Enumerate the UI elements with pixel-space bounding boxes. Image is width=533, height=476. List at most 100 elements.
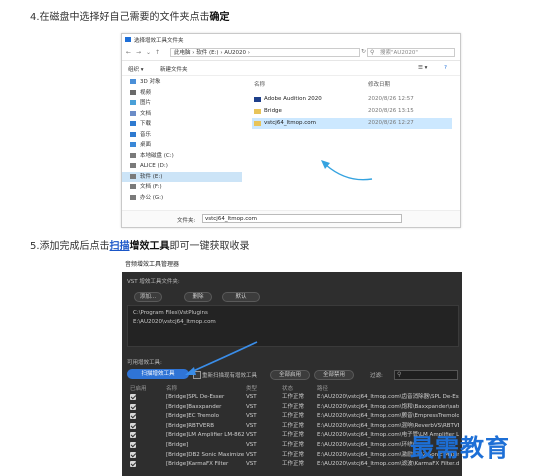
plugin-status: 工作正常 bbox=[282, 451, 305, 458]
enabled-checkbox[interactable] bbox=[130, 461, 136, 468]
enabled-checkbox[interactable] bbox=[130, 432, 136, 439]
folder-picker-dialog: 选择增效工具文件夹 ← → ⌄ ↑ 此电脑 › 软件 (E:) › AU2020… bbox=[121, 33, 461, 228]
scan-link[interactable]: 扫描 bbox=[110, 241, 130, 252]
column-status-header[interactable]: 状态 bbox=[282, 384, 293, 392]
sidebar-item[interactable]: 办公 (G:) bbox=[122, 193, 242, 203]
enabled-checkbox[interactable] bbox=[130, 442, 136, 448]
plugin-type: VST bbox=[246, 461, 257, 468]
available-plugins-label: 可用增效工具: bbox=[127, 360, 162, 366]
drive-icon bbox=[130, 184, 136, 189]
view-options-icon[interactable]: ☰ ▾ bbox=[418, 65, 427, 71]
new-folder-button[interactable]: 新建文件夹 bbox=[160, 65, 188, 73]
file-name: Bridge bbox=[264, 108, 282, 114]
sidebar-item-label: 图片 bbox=[140, 100, 152, 106]
add-folder-button[interactable]: 添加... bbox=[134, 292, 162, 302]
sidebar-item[interactable]: 文档 bbox=[122, 109, 242, 119]
step-5-text: 5.添加完成后点击 bbox=[30, 241, 110, 252]
plugin-name: [Bridge] bbox=[166, 442, 189, 448]
file-row[interactable]: Adobe Audition 2020 2020/8/26 12:57 bbox=[252, 94, 452, 105]
sidebar-item-label: 文档 (F:) bbox=[140, 184, 162, 190]
address-bar: ← → ⌄ ↑ 此电脑 › 软件 (E:) › AU2020 › ↻ 搜索"AU… bbox=[122, 46, 460, 61]
file-list: 名称 修改日期 Adobe Audition 2020 2020/8/26 12:… bbox=[252, 77, 457, 205]
sidebar-item-label: 办公 (G:) bbox=[140, 194, 164, 201]
organize-menu[interactable]: 组织 ▾ bbox=[128, 65, 144, 73]
dialog-titlebar: 选择增效工具文件夹 bbox=[122, 34, 460, 45]
folder-name-field[interactable]: vstcj64_ltmop.com bbox=[202, 214, 402, 223]
sidebar-item[interactable]: ALICE (D:) bbox=[122, 161, 242, 171]
path-breadcrumb[interactable]: 此电脑 › 软件 (E:) › AU2020 › bbox=[170, 48, 360, 57]
search-input[interactable]: 搜索"AU2020" bbox=[367, 48, 455, 57]
manager-title: 音频增效工具管理器 bbox=[122, 258, 462, 272]
default-folder-button[interactable]: 默认 bbox=[222, 292, 260, 302]
up-arrow-icon[interactable]: ↑ bbox=[155, 49, 160, 56]
3d-objects-icon bbox=[130, 79, 136, 84]
disable-all-button[interactable]: 全部禁用 bbox=[314, 370, 354, 380]
plugin-status: 工作正常 bbox=[282, 461, 305, 468]
plugin-path: E:\AU2020\vstcj64_ltmop.com\饱和\Baxxpande… bbox=[317, 403, 459, 410]
enabled-checkbox[interactable] bbox=[130, 403, 136, 410]
refresh-icon[interactable]: ↻ bbox=[361, 48, 366, 55]
plugin-status: 工作正常 bbox=[282, 413, 305, 420]
sidebar-item[interactable]: 下载 bbox=[122, 119, 242, 129]
dialog-footer: 文件夹: vstcj64_ltmop.com bbox=[122, 210, 460, 227]
plugin-status: 工作正常 bbox=[282, 403, 305, 410]
enabled-checkbox[interactable] bbox=[130, 451, 136, 458]
plugin-status: 工作正常 bbox=[282, 394, 305, 400]
dialog-toolbar: 组织 ▾ 新建文件夹 ☰ ▾ ? bbox=[122, 63, 460, 76]
file-name: Adobe Audition 2020 bbox=[264, 96, 322, 102]
file-row[interactable]: vstcj64_ltmop.com 2020/8/26 12:27 bbox=[252, 118, 452, 129]
sidebar-item[interactable]: 图片 bbox=[122, 98, 242, 108]
watermark-logo: 最需教育 bbox=[410, 433, 510, 462]
folder-path[interactable]: E:\AU2020\vstcj64_ltmop.com bbox=[133, 319, 216, 325]
filter-input[interactable]: ⚲ bbox=[394, 370, 458, 380]
folder-icon bbox=[254, 121, 261, 126]
step-5-instruction: 5.添加完成后点击扫描增效工具即可一键获取收录 bbox=[30, 237, 250, 252]
plugin-status: 工作正常 bbox=[282, 432, 305, 439]
sidebar-item[interactable]: 软件 (E:) bbox=[122, 171, 242, 182]
sidebar-item-label: 视频 bbox=[140, 89, 152, 96]
sidebar-item[interactable]: 3D 对象 bbox=[122, 77, 242, 87]
plugin-type: VST bbox=[246, 432, 257, 439]
plugin-name: [Bridge]EC Tremolo bbox=[166, 413, 219, 420]
downloads-icon bbox=[130, 121, 136, 126]
plugin-type: VST bbox=[246, 413, 257, 420]
sidebar-item[interactable]: 视频 bbox=[122, 88, 242, 98]
search-icon: ⚲ bbox=[397, 371, 402, 378]
plugin-row[interactable]: [Bridge]EC Tremolo VST 工作正常 E:\AU2020\vstcj… bbox=[127, 412, 459, 421]
folder-path[interactable]: C:\Program Files\VstPlugins bbox=[133, 310, 208, 316]
back-arrow-icon[interactable]: ← bbox=[126, 49, 131, 56]
enabled-checkbox[interactable] bbox=[130, 422, 136, 429]
plugin-name: [Bridge]SPL De-Esser bbox=[166, 394, 225, 400]
column-date-header[interactable]: 修改日期 bbox=[368, 80, 390, 88]
desktop-icon bbox=[130, 142, 136, 147]
sidebar-item[interactable]: 本地磁盘 (C:) bbox=[122, 151, 242, 161]
sidebar-item-label: 3D 对象 bbox=[140, 79, 161, 85]
plugin-path: E:\AU2020\vstcj64_ltmop.com\齿音消除器\SPL De… bbox=[317, 394, 459, 400]
vst-folders-label: VST 增效工具文件夹: bbox=[127, 279, 180, 285]
remove-folder-button[interactable]: 删除 bbox=[184, 292, 212, 302]
column-name-header[interactable]: 名称 bbox=[166, 384, 177, 392]
forward-arrow-icon[interactable]: → bbox=[136, 49, 141, 56]
sidebar-item[interactable]: 文档 (F:) bbox=[122, 182, 242, 192]
chevron-down-icon[interactable]: ⌄ bbox=[146, 49, 151, 56]
column-name-header[interactable]: 名称 bbox=[254, 80, 265, 88]
column-path-header[interactable]: 路径 bbox=[317, 384, 328, 392]
step-4-bold: 确定 bbox=[209, 12, 230, 23]
plugin-row[interactable]: [Bridge]Baxxpander VST 工作正常 E:\AU2020\vstcj… bbox=[127, 403, 459, 412]
folder-label: 文件夹: bbox=[177, 218, 196, 224]
column-enabled-header[interactable]: 已启用 bbox=[130, 384, 147, 392]
sidebar-item-label: 本地磁盘 (C:) bbox=[140, 152, 174, 159]
plugin-row[interactable]: [Bridge]SPL De-Esser VST 工作正常 E:\AU2020\vst… bbox=[127, 393, 459, 402]
music-icon bbox=[130, 131, 136, 137]
sidebar-item[interactable]: 音乐 bbox=[122, 130, 242, 140]
step-4-text: 4.在磁盘中选择好自己需要的文件夹点击 bbox=[30, 12, 210, 23]
enabled-checkbox[interactable] bbox=[130, 394, 136, 400]
enabled-checkbox[interactable] bbox=[130, 413, 136, 420]
plugin-name: [Bridge]DB2 Sonic Maximizer bbox=[166, 451, 244, 458]
drive-icon bbox=[130, 163, 136, 168]
app-folder-icon bbox=[254, 97, 261, 102]
sidebar-item[interactable]: 桌面 bbox=[122, 140, 242, 150]
file-row[interactable]: Bridge 2020/8/26 13:15 bbox=[252, 106, 452, 117]
drive-icon bbox=[130, 194, 136, 200]
help-icon[interactable]: ? bbox=[444, 65, 447, 71]
